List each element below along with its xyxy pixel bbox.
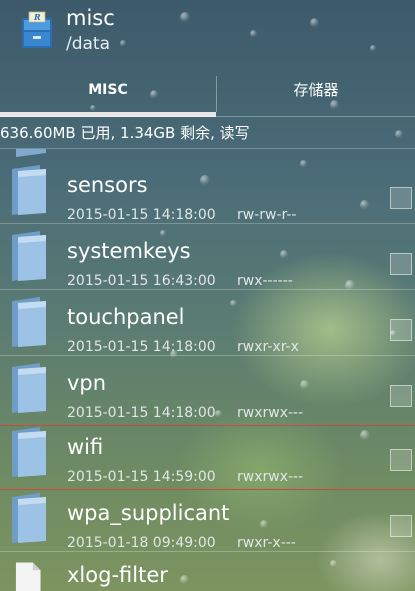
tab-bar-divider	[0, 116, 415, 117]
list-item[interactable]: wifi 2015-01-15 14:59:00 rwxrwx---	[0, 419, 415, 485]
folder-icon	[12, 493, 46, 543]
list-item[interactable]: sensors 2015-01-15 14:18:00 rw-rw-r--	[0, 157, 415, 223]
file-list[interactable]: sensors 2015-01-15 14:18:00 rw-rw-r-- sy…	[0, 149, 415, 591]
select-checkbox[interactable]	[390, 187, 412, 209]
folder-icon	[12, 165, 46, 215]
file-permissions: rw-rw-r--	[237, 207, 297, 223]
select-checkbox[interactable]	[390, 449, 412, 471]
file-permissions: rwxrwx---	[237, 469, 304, 485]
svg-text:R: R	[33, 12, 41, 22]
select-checkbox[interactable]	[390, 253, 412, 275]
root-explorer-icon[interactable]: R	[20, 10, 54, 50]
folder-icon	[12, 297, 46, 347]
folder-icon	[12, 231, 46, 281]
tab-misc[interactable]: MISC	[0, 68, 216, 116]
file-permissions: rwx------	[237, 273, 293, 289]
list-item[interactable]: vpn 2015-01-15 14:18:00 rwxrwx---	[0, 355, 415, 421]
select-checkbox[interactable]	[390, 385, 412, 407]
file-permissions: rwxr-x---	[237, 535, 296, 551]
list-item[interactable]: xlog-filter	[0, 551, 415, 591]
tab-storage[interactable]: 存储器	[217, 68, 415, 116]
file-date: 2015-01-15 14:18:00	[67, 207, 216, 223]
current-path: /data	[66, 34, 111, 54]
select-checkbox[interactable]	[390, 319, 412, 341]
file-name: xlog-filter	[67, 563, 168, 587]
file-name: vpn	[67, 371, 107, 395]
file-name: systemkeys	[67, 239, 191, 263]
list-item[interactable]: systemkeys 2015-01-15 16:43:00 rwx------	[0, 223, 415, 289]
folder-icon	[12, 427, 46, 477]
list-item[interactable]: wpa_supplicant 2015-01-18 09:49:00 rwxr-…	[0, 485, 415, 551]
file-name: wpa_supplicant	[67, 501, 230, 525]
file-date: 2015-01-15 14:18:00	[67, 339, 216, 355]
app-title: misc	[66, 6, 115, 30]
file-icon	[15, 562, 41, 591]
folder-icon	[16, 149, 46, 157]
file-permissions: rwxr-xr-x	[237, 339, 299, 355]
tab-bar: MISC 存储器	[0, 68, 415, 120]
file-date: 2015-01-15 14:59:00	[67, 469, 216, 485]
file-date: 2015-01-18 09:49:00	[67, 535, 216, 551]
list-item[interactable]: touchpanel 2015-01-15 14:18:00 rwxr-xr-x	[0, 289, 415, 355]
folder-icon	[12, 363, 46, 413]
file-name: wifi	[67, 435, 104, 459]
file-name: touchpanel	[67, 305, 185, 329]
file-name: sensors	[67, 173, 148, 197]
file-date: 2015-01-15 16:43:00	[67, 273, 216, 289]
action-bar: R misc /data	[0, 0, 415, 66]
storage-status: 636.60MB 已用, 1.34GB 剩余, 读写	[0, 124, 250, 142]
select-checkbox[interactable]	[390, 515, 412, 537]
